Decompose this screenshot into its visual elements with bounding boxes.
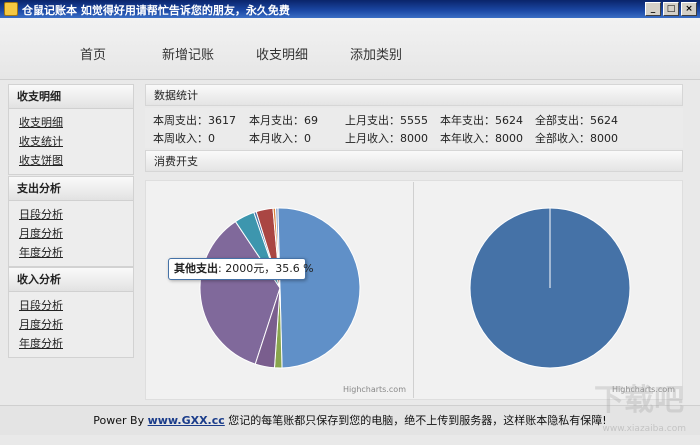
chart-credit[interactable]: Highcharts.com [343,385,406,394]
pie-slice[interactable] [277,207,361,369]
watermark-logo-icon: 下载吧 [594,383,684,418]
sidebar-group-expense: 支出分析 日段分析 月度分析 年度分析 [8,176,134,267]
stat-month-expense: 本月支出：69 [249,114,318,127]
income-pie-chart [469,207,631,369]
footer-prefix: Power By [93,414,148,427]
watermark: 下载吧 www.xiazaiba.com [560,375,690,440]
stat-week-expense: 本周支出：3617 [153,114,236,127]
stats-heading: 数据统计 [145,84,683,106]
top-nav: 首页 新增记账 收支明细 添加类别 [0,18,700,80]
nav-new-record[interactable]: 新增记账 [162,44,214,63]
stat-month-income: 本月收入：0 [249,132,311,145]
stats-panel: 本周支出：3617 本月支出：69 上月支出：5555 本年支出：5624 全部… [145,108,683,148]
tooltip-label: 其他支出 [174,262,218,275]
nav-details[interactable]: 收支明细 [256,44,308,63]
expense-pie-chart [199,207,361,369]
sidebar-group-title: 收支明细 [9,85,133,109]
sidebar-link-income-period[interactable]: 日段分析 [9,296,133,315]
sidebar-link-expense-month[interactable]: 月度分析 [9,224,133,243]
sidebar-link-pie[interactable]: 收支饼图 [9,151,133,170]
sidebar-link-income-year[interactable]: 年度分析 [9,334,133,353]
maximize-button[interactable]: □ [663,2,679,16]
stat-year-income: 本年收入：8000 [440,132,523,145]
sidebar-group-income: 收入分析 日段分析 月度分析 年度分析 [8,267,134,358]
sidebar-link-details[interactable]: 收支明细 [9,113,133,132]
sidebar-group-details: 收支明细 收支明细 收支统计 收支饼图 [8,84,134,175]
sidebar-link-expense-period[interactable]: 日段分析 [9,205,133,224]
stat-last-month-expense: 上月支出：5555 [345,114,428,127]
tooltip-value: : 2000元，35.6 % [218,262,314,275]
stat-week-income: 本周收入：0 [153,132,215,145]
sidebar-link-income-month[interactable]: 月度分析 [9,315,133,334]
footer-text: 您记的每笔账都只保存到您的电脑，绝不上传到服务器，这样账本隐私有保障! [224,414,607,427]
pie-tooltip: 其他支出: 2000元，35.6 % [168,258,314,280]
app-icon [4,2,18,16]
nav-home[interactable]: 首页 [80,44,106,63]
title-bar: 仓鼠记账本 如觉得好用请帮忙告诉您的朋友，永久免费 _ □ × [0,0,700,18]
stat-year-expense: 本年支出：5624 [440,114,523,127]
charts-heading: 消费开支 [145,150,683,172]
sidebar-group-title: 支出分析 [9,177,133,201]
footer-link[interactable]: www.GXX.cc [148,414,225,427]
stat-last-month-income: 上月收入：8000 [345,132,428,145]
stat-total-expense: 全部支出：5624 [535,114,618,127]
close-button[interactable]: × [681,2,697,16]
stat-total-income: 全部收入：8000 [535,132,618,145]
sidebar-group-title: 收入分析 [9,268,133,292]
nav-add-category[interactable]: 添加类别 [350,44,402,63]
sidebar-link-stats[interactable]: 收支统计 [9,132,133,151]
sidebar-link-expense-year[interactable]: 年度分析 [9,243,133,262]
watermark-text: www.xiazaiba.com [602,424,686,434]
window-title: 仓鼠记账本 如觉得好用请帮忙告诉您的朋友，永久免费 [22,4,290,17]
minimize-button[interactable]: _ [645,2,661,16]
chart-divider [413,182,414,398]
